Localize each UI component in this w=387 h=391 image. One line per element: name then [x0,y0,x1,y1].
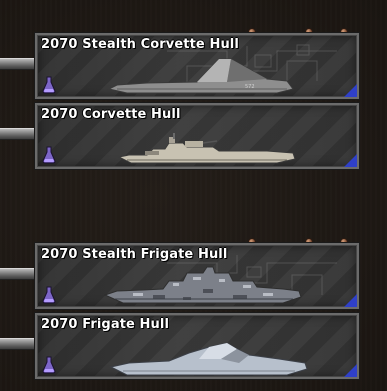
research-card-corvette-hull[interactable]: 2070 Corvette Hull [34,102,360,170]
corner-flag-icon [344,84,357,97]
research-card-stealth-frigate-hull[interactable]: 2070 Stealth Frigate Hull [34,242,360,310]
corvette-ship-icon [117,133,296,164]
stealth-corvette-ship-icon: 572 [107,58,294,94]
research-title: 2070 Corvette Hull [41,107,181,122]
flask-icon [42,356,56,374]
corner-flag-icon [344,154,357,167]
stealth-frigate-ship-icon [103,266,302,304]
research-title: 2070 Stealth Corvette Hull [41,37,239,52]
research-title: 2070 Stealth Frigate Hull [41,247,228,262]
flask-icon [42,76,56,94]
flask-icon [42,146,56,164]
corner-flag-icon [344,294,357,307]
corner-flag-icon [344,364,357,377]
flask-icon [42,286,56,304]
research-card-frigate-hull[interactable]: 2070 Frigate Hull [34,312,360,380]
frigate-ship-icon [109,342,308,376]
research-card-stealth-corvette-hull[interactable]: 2070 Stealth Corvette Hull 572 [34,32,360,100]
hull-number: 572 [245,84,255,90]
research-title: 2070 Frigate Hull [41,317,170,332]
